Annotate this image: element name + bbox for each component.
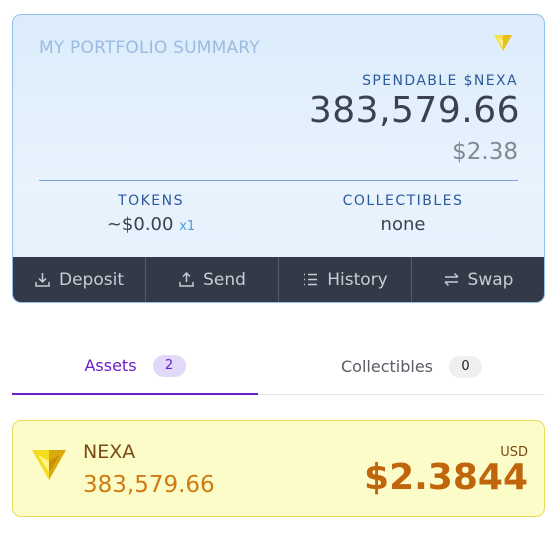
download-icon (35, 273, 50, 287)
tab-assets[interactable]: Assets 2 (12, 338, 258, 395)
tab-assets-count: 2 (152, 354, 186, 377)
nexa-logo-icon (32, 450, 66, 480)
upload-icon (179, 271, 194, 287)
swap-label: Swap (467, 269, 514, 290)
tab-assets-label: Assets (84, 356, 137, 375)
tab-collectibles-count: 0 (449, 355, 482, 378)
spendable-label: SPENDABLE $NEXA (362, 73, 518, 89)
asset-tabs: Assets 2 Collectibles 0 (12, 338, 545, 395)
portfolio-summary-card: MY PORTFOLIO SUMMARY SPENDABLE $NEXA 383… (12, 14, 545, 303)
spendable-usd-value: $2.38 (452, 139, 518, 165)
card-title: MY PORTFOLIO SUMMARY (39, 38, 260, 58)
send-label: Send (203, 269, 246, 290)
tokens-count: x1 (179, 219, 196, 234)
swap-icon (444, 272, 459, 287)
nexa-logo-icon (494, 35, 512, 51)
deposit-label: Deposit (59, 269, 124, 290)
list-icon (304, 273, 318, 286)
history-button[interactable]: History (279, 257, 412, 302)
tab-collectibles-label: Collectibles (341, 357, 433, 376)
tokens-value-row: ~$0.00 x1 (51, 214, 251, 235)
history-label: History (327, 269, 388, 290)
asset-name: NEXA (83, 441, 136, 463)
spendable-amount: 383,579.66 (308, 90, 520, 131)
tokens-label: TOKENS (118, 193, 184, 209)
collectibles-label: COLLECTIBLES (342, 193, 464, 209)
deposit-button[interactable]: Deposit (13, 257, 146, 302)
asset-usd-value: $2.3844 (364, 457, 528, 498)
asset-row-nexa[interactable]: NEXA 383,579.66 USD $2.3844 (12, 420, 545, 517)
send-button[interactable]: Send (146, 257, 279, 302)
divider (39, 180, 518, 181)
tokens-stat: TOKENS ~$0.00 x1 (51, 193, 251, 235)
collectibles-stat: COLLECTIBLES none (303, 193, 503, 235)
swap-button[interactable]: Swap (412, 257, 544, 302)
tokens-value: ~$0.00 (106, 214, 174, 235)
tab-collectibles[interactable]: Collectibles 0 (278, 338, 545, 395)
asset-amount: 383,579.66 (83, 472, 215, 498)
collectibles-value: none (380, 214, 426, 235)
action-bar: Deposit Send History Swap (13, 257, 544, 302)
